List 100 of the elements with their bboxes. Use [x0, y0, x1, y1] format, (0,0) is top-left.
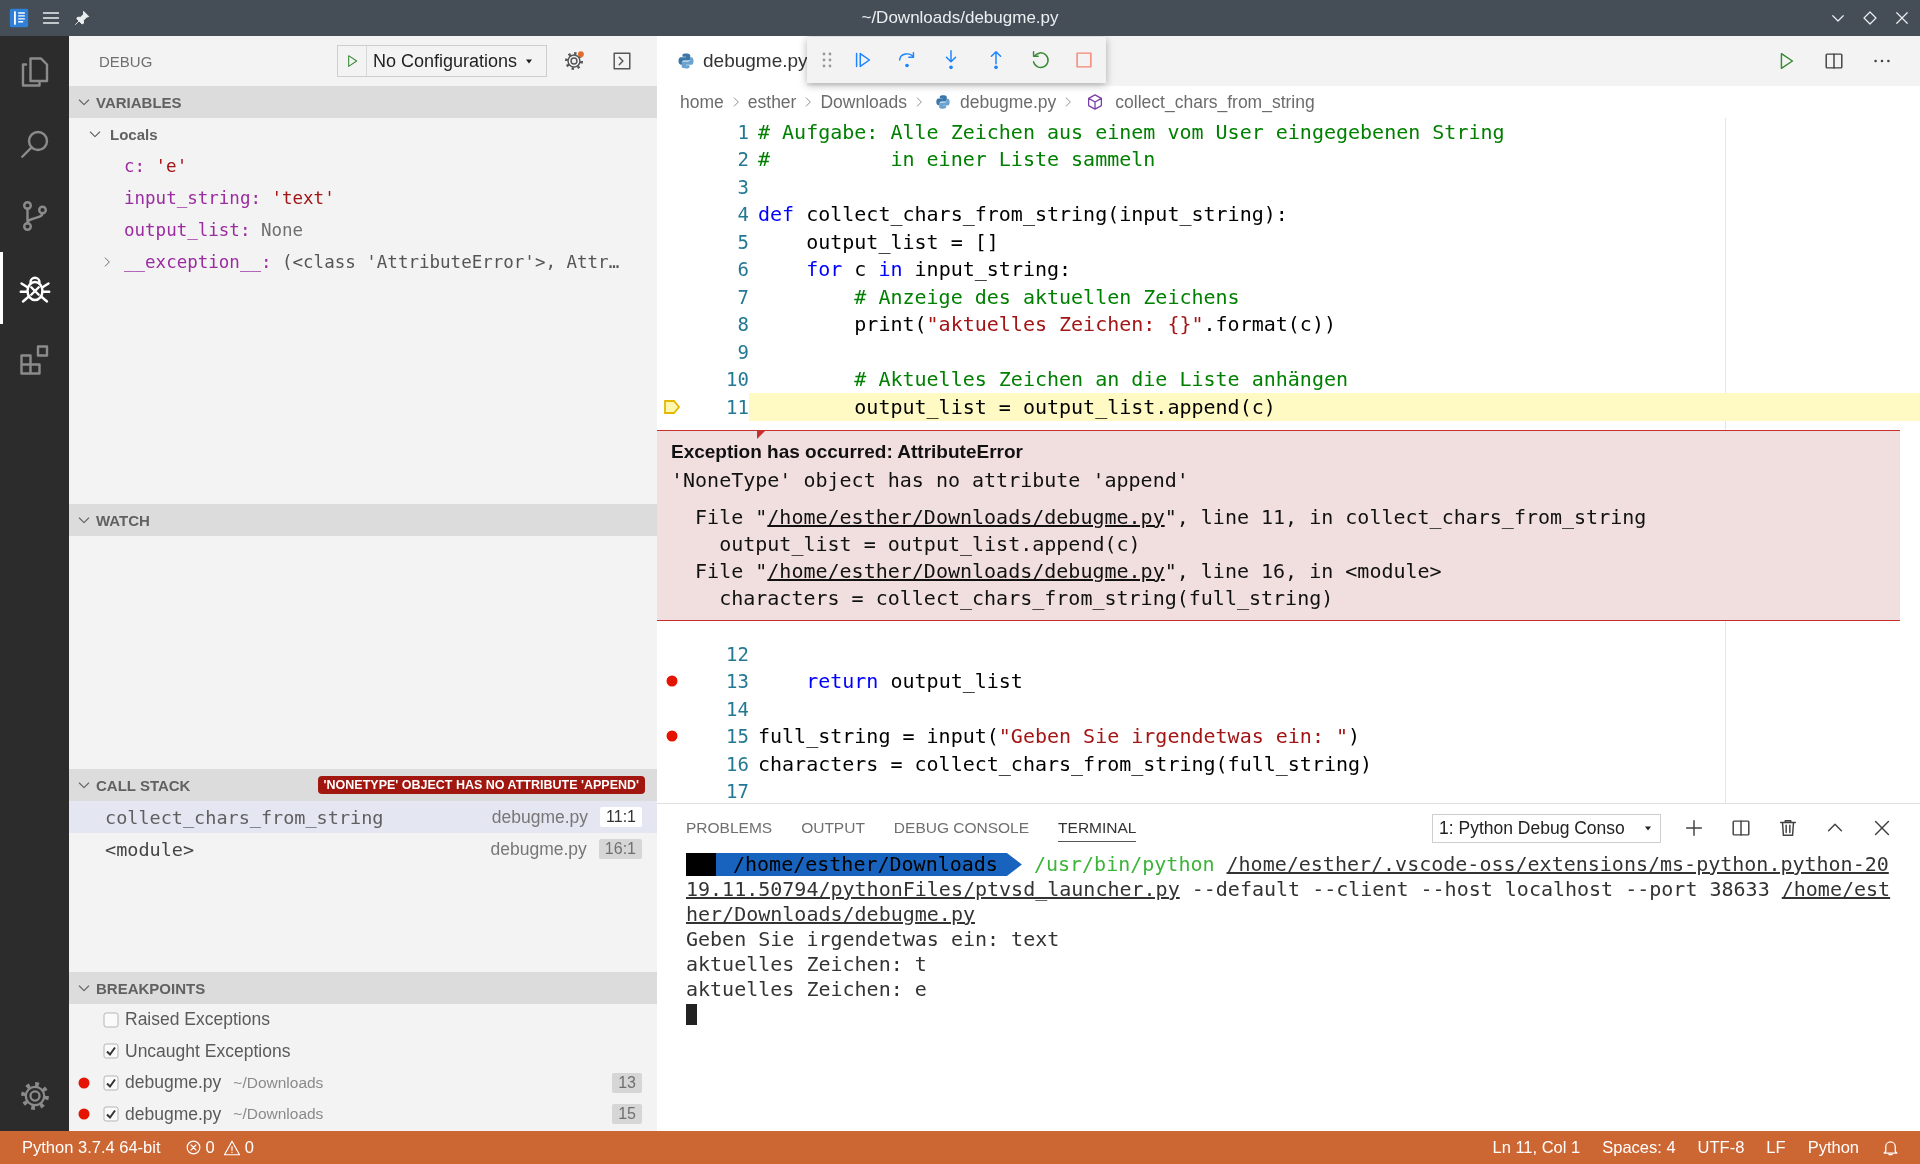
breadcrumb-item[interactable]: home — [680, 91, 724, 113]
code-line: print("aktuelles Zeichen: {}".format(c)) — [853, 312, 1336, 337]
scope-label: Locals — [110, 125, 158, 143]
status-item[interactable]: Ln 11, Col 1 — [1492, 1138, 1581, 1157]
editor-tab[interactable]: debugme.py — [657, 36, 807, 86]
variable-value: None — [260, 220, 304, 240]
diamond-icon[interactable] — [1861, 9, 1879, 27]
debug-console-icon[interactable] — [611, 50, 633, 72]
variable-name: __exception__: — [124, 252, 272, 272]
frame-file: debugme.py — [490, 838, 587, 860]
variable-name: c: — [124, 156, 146, 176]
configuration-dropdown[interactable]: No Configurations — [367, 50, 536, 72]
breakpoint-label: debugme.py — [125, 1072, 222, 1094]
error-count[interactable]: 0 — [205, 1138, 215, 1157]
line-badge: 16:1 — [598, 839, 642, 859]
error-icon[interactable] — [184, 1139, 202, 1156]
line-number: 11 — [725, 395, 749, 418]
stack-frame[interactable]: <module> debugme.py 16:1 — [69, 833, 657, 865]
line-number: 4 — [736, 203, 749, 226]
variable-value: 'text' — [271, 188, 335, 208]
view-title: DEBUG — [99, 52, 154, 70]
breakpoint-label: Uncaught Exceptions — [125, 1040, 292, 1062]
prompt-segment: /home/esther/Downloads — [686, 853, 1022, 876]
breadcrumb-item[interactable]: esther — [747, 91, 797, 113]
panel-tab[interactable]: DEBUG CONSOLE — [893, 814, 1030, 842]
close-icon[interactable] — [1893, 9, 1911, 27]
line-number: 6 — [736, 258, 749, 281]
warning-icon[interactable] — [222, 1138, 241, 1157]
file-path-link[interactable]: /home/esther/Downloads/debugme.py — [767, 557, 1165, 585]
status-item[interactable]: Spaces: 4 — [1602, 1138, 1676, 1157]
breakpoint-dot — [78, 1076, 90, 1089]
variable-value: (<class 'AttributeError'>, Attr… — [282, 252, 620, 272]
checkbox[interactable] — [103, 1106, 119, 1123]
breakpoint-dot — [78, 1108, 90, 1121]
panel-tab[interactable]: OUTPUT — [801, 814, 865, 842]
breakpoint-dot[interactable] — [666, 675, 678, 688]
line-number: 8 — [736, 313, 749, 336]
breakpoint-path: ~/Downloads — [233, 1073, 325, 1092]
code-line: # in einer Liste sammeln — [758, 147, 1156, 172]
stack-frame[interactable]: collect_chars_from_string debugme.py 11:1 — [69, 801, 657, 833]
settings-icon[interactable] — [563, 50, 585, 72]
warning-count[interactable]: 0 — [244, 1138, 254, 1157]
checkbox[interactable] — [103, 1043, 119, 1060]
line-number: 9 — [736, 340, 749, 363]
line-number: 12 — [725, 642, 749, 665]
plus-icon[interactable] — [1683, 817, 1705, 839]
line-number: 17 — [725, 780, 749, 803]
panel-tab[interactable]: TERMINAL — [1058, 814, 1137, 842]
frame-file: debugme.py — [491, 806, 589, 828]
file-path-link[interactable]: 19.11.50794/pythonFiles/ptvsd_launcher.py — [686, 877, 1180, 902]
error-badge: 'NONETYPE' OBJECT HAS NO ATTRIBUTE 'APPEND' — [317, 776, 645, 794]
status-item[interactable]: UTF-8 — [1697, 1138, 1745, 1157]
line-number: 16 — [725, 752, 749, 775]
section-title: CALL STACK — [96, 776, 192, 794]
trace-text: File " — [694, 557, 768, 585]
trace-text: File " — [694, 503, 768, 531]
breadcrumb-item[interactable]: debugme.py — [960, 91, 1057, 113]
interpreter-label[interactable]: Python 3.7.4 64-bit — [22, 1138, 161, 1157]
file-path-link[interactable]: /home/esther/.vscode-oss/extensions/ms-python.python-20 — [1226, 852, 1889, 877]
trash-icon[interactable] — [1777, 817, 1799, 839]
cube-icon — [1086, 93, 1105, 111]
code-line: full_string = input("Geben Sie irgendetwas ein: ") — [758, 724, 1361, 749]
breakpoint-label: debugme.py — [125, 1103, 222, 1125]
line-number: 15 — [725, 725, 749, 748]
split-terminal-icon[interactable] — [1730, 817, 1752, 839]
split-editor-icon[interactable] — [1823, 50, 1845, 72]
code-line: def collect_chars_from_string(input_string): — [758, 202, 1288, 227]
file-path-link[interactable]: her/Downloads/debugme.py — [686, 902, 975, 927]
terminal-text: --default --client --host localhost --port 38633 — [1190, 877, 1771, 902]
line-number: 2 — [736, 148, 749, 171]
variable-value: 'e' — [155, 156, 188, 176]
line-number: 7 — [736, 285, 749, 308]
file-path-link[interactable]: /home/est — [1781, 877, 1891, 902]
grip-icon[interactable] — [821, 50, 833, 70]
frame-name: collect_chars_from_string — [105, 806, 385, 828]
terminal-dropdown[interactable]: 1: Python Debug Conso — [1432, 813, 1661, 843]
checkbox[interactable] — [103, 1011, 119, 1028]
line-number: 14 — [725, 697, 749, 720]
status-item[interactable]: LF — [1766, 1138, 1786, 1157]
bell-icon[interactable] — [1881, 1138, 1900, 1157]
python-file-icon — [935, 94, 951, 110]
terminal-text: aktuelles Zeichen: t — [686, 952, 927, 977]
checkbox[interactable] — [103, 1074, 119, 1091]
pin-icon[interactable] — [73, 9, 91, 27]
panel-tab[interactable]: PROBLEMS — [686, 814, 773, 842]
command-text: /usr/bin/python — [1033, 852, 1215, 877]
code-line: characters = collect_chars_from_string(full_string) — [758, 751, 1373, 776]
file-path-link[interactable]: /home/esther/Downloads/debugme.py — [767, 503, 1165, 531]
breadcrumb-item[interactable]: Downloads — [820, 91, 907, 113]
line-number: 5 — [736, 230, 749, 253]
breadcrumb-item[interactable]: collect_chars_from_string — [1115, 91, 1315, 113]
trace-text: ", line 16, in <module> — [1164, 557, 1442, 585]
line-number: 13 — [725, 670, 749, 693]
breakpoint-dot[interactable] — [666, 730, 678, 743]
python-file-icon — [677, 52, 695, 70]
terminal-text: aktuelles Zeichen: e — [686, 977, 927, 1002]
app-icon[interactable] — [9, 8, 29, 28]
line-number: 3 — [736, 175, 749, 198]
status-item[interactable]: Python — [1807, 1138, 1859, 1157]
code-line: output_list = output_list.append(c) — [853, 394, 1276, 419]
